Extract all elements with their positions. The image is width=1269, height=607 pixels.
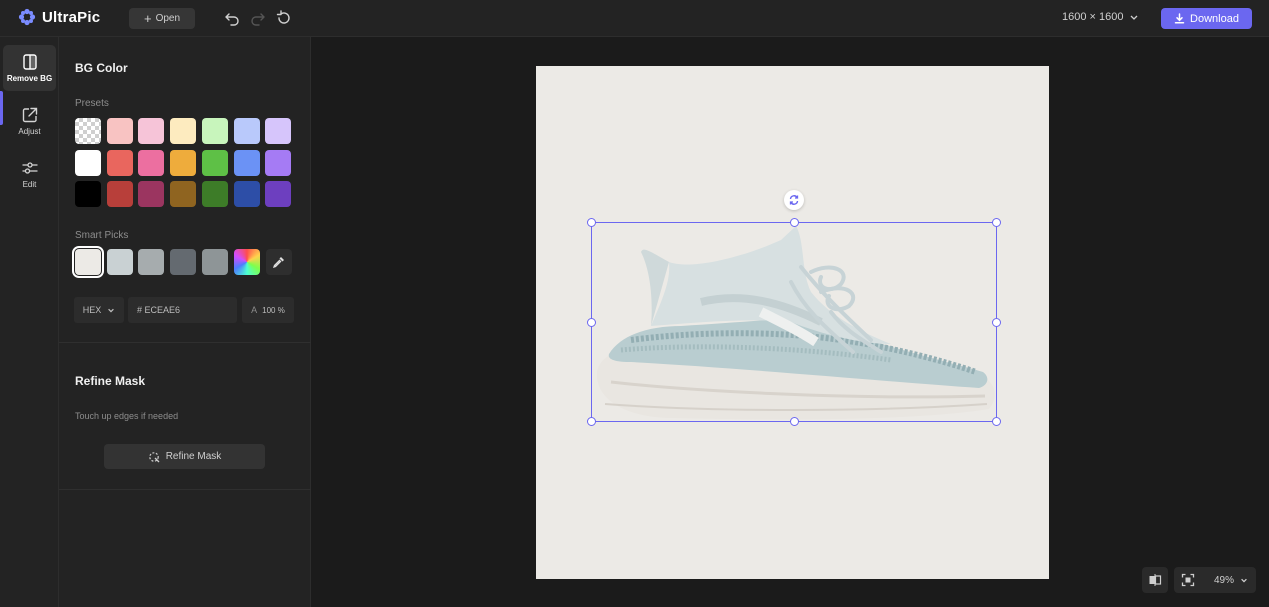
resize-handle-bottom[interactable] xyxy=(790,417,799,426)
rail-item-remove-bg[interactable]: Remove BG xyxy=(3,45,56,91)
resize-handle-top-right[interactable] xyxy=(992,218,1001,227)
chevron-down-icon xyxy=(108,308,115,313)
color-format-value: HEX xyxy=(82,305,102,315)
refine-mask-title: Refine Mask xyxy=(75,374,146,388)
smart-pick-swatch[interactable] xyxy=(72,246,104,278)
alpha-value: 100 % xyxy=(262,305,285,315)
color-swatch[interactable] xyxy=(265,149,292,176)
smart-pick-swatch[interactable] xyxy=(138,249,165,275)
refine-mask-button[interactable]: Refine Mask xyxy=(104,444,265,469)
refine-mask-label: Refine Mask xyxy=(165,451,222,462)
plus-icon: + xyxy=(143,10,152,26)
canvas-size-select[interactable]: 1600 × 1600 xyxy=(1062,11,1139,23)
resize-handle-bottom-right[interactable] xyxy=(992,417,1001,426)
smart-picks-label: Smart Picks xyxy=(75,230,129,241)
color-swatch[interactable] xyxy=(75,149,101,176)
eyedropper-button[interactable] xyxy=(266,249,292,275)
smart-pick-swatch[interactable] xyxy=(170,249,197,275)
fit-screen-icon[interactable] xyxy=(1181,573,1195,587)
bg-color-title: BG Color xyxy=(75,61,128,75)
zoom-control[interactable]: 49% xyxy=(1174,567,1256,593)
open-label: Open xyxy=(155,13,181,24)
color-swatch[interactable] xyxy=(75,181,101,208)
color-swatch[interactable] xyxy=(106,149,133,176)
rail-item-label: Remove BG xyxy=(6,74,53,83)
canvas-size-value: 1600 × 1600 xyxy=(1062,11,1124,23)
section-divider xyxy=(59,342,311,343)
selection-box[interactable] xyxy=(591,222,997,422)
hex-value: # ECEAE6 xyxy=(137,305,181,315)
sliders-icon xyxy=(22,162,37,174)
remove-bg-icon xyxy=(22,54,37,70)
rail-item-label: Edit xyxy=(22,180,37,189)
tool-rail: Remove BG Adjust Edit xyxy=(0,37,59,607)
download-icon xyxy=(1174,13,1185,24)
color-swatch[interactable] xyxy=(106,118,133,144)
presets-label: Presets xyxy=(75,98,109,109)
color-swatch[interactable] xyxy=(170,149,197,176)
rotate-handle[interactable] xyxy=(784,190,804,210)
download-button[interactable]: Download xyxy=(1161,8,1252,29)
redo-icon[interactable] xyxy=(250,10,266,26)
resize-handle-bottom-left[interactable] xyxy=(587,417,596,426)
rail-item-adjust[interactable]: Adjust xyxy=(3,98,56,144)
resize-handle-top[interactable] xyxy=(790,218,799,227)
compare-icon xyxy=(1149,574,1162,586)
logo-icon xyxy=(18,8,36,26)
swatch-transparent[interactable] xyxy=(75,118,101,144)
eyedropper-icon xyxy=(272,257,284,269)
color-swatch[interactable] xyxy=(233,149,260,176)
app-name: UltraPic xyxy=(42,8,101,26)
section-divider xyxy=(59,489,311,490)
color-swatch[interactable] xyxy=(106,181,133,208)
app-logo[interactable]: UltraPic xyxy=(18,7,100,27)
color-swatch[interactable] xyxy=(138,181,165,208)
color-swatch[interactable] xyxy=(233,181,260,208)
color-format-select[interactable]: HEX xyxy=(74,297,124,323)
smart-pick-swatch[interactable] xyxy=(106,249,133,275)
color-swatch[interactable] xyxy=(138,149,165,176)
download-label: Download xyxy=(1190,12,1239,25)
color-swatch[interactable] xyxy=(265,118,292,144)
resize-handle-top-left[interactable] xyxy=(587,218,596,227)
refine-mask-hint: Touch up edges if needed xyxy=(75,411,179,421)
color-swatch[interactable] xyxy=(201,149,228,176)
color-swatch[interactable] xyxy=(233,118,260,144)
custom-color-swatch[interactable] xyxy=(233,249,260,275)
chevron-down-icon xyxy=(1241,578,1247,583)
color-swatch[interactable] xyxy=(170,181,197,208)
color-swatch[interactable] xyxy=(265,181,292,208)
color-swatch[interactable] xyxy=(138,118,165,144)
rail-item-label: Adjust xyxy=(18,127,41,136)
rotate-icon xyxy=(789,195,799,205)
smart-pick-swatch[interactable] xyxy=(201,249,228,275)
compare-button[interactable] xyxy=(1142,567,1168,593)
resize-handle-left[interactable] xyxy=(587,318,596,327)
color-swatch[interactable] xyxy=(170,118,197,144)
zoom-level: 49% xyxy=(1214,574,1235,586)
rail-item-edit[interactable]: Edit xyxy=(3,151,56,197)
adjust-icon xyxy=(22,107,37,123)
open-button[interactable]: + Open xyxy=(129,8,195,29)
magic-brush-icon xyxy=(148,451,160,462)
hex-input[interactable]: # ECEAE6 xyxy=(128,297,237,323)
chevron-down-icon xyxy=(1131,15,1138,20)
reset-icon[interactable] xyxy=(276,10,292,26)
top-bar: UltraPic + Open 1600 × 1600 Download xyxy=(0,0,1269,37)
color-swatch[interactable] xyxy=(201,181,228,208)
resize-handle-right[interactable] xyxy=(992,318,1001,327)
color-swatch[interactable] xyxy=(201,118,228,144)
alpha-input[interactable]: A 100 % xyxy=(242,297,294,323)
bg-color-panel: BG Color Presets Smart Picks HEX # ECEAE… xyxy=(59,37,311,607)
alpha-label: A xyxy=(251,305,258,315)
undo-icon[interactable] xyxy=(224,10,240,26)
